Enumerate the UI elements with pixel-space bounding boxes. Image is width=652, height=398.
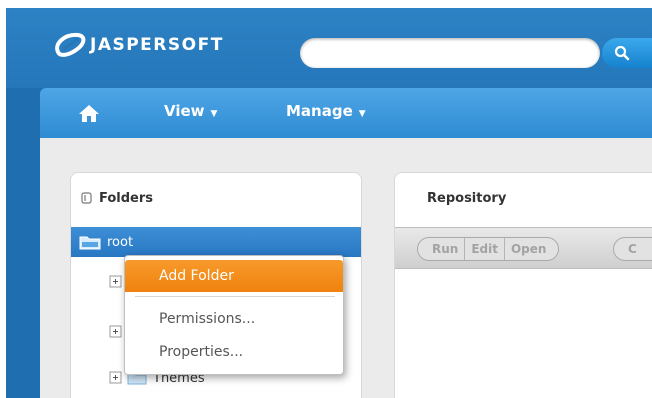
tree-item[interactable] (109, 323, 123, 341)
expand-icon[interactable] (109, 325, 123, 339)
repository-title: Repository (427, 190, 507, 206)
secondary-button[interactable]: C (613, 237, 652, 261)
jaspersoft-logo[interactable]: JASPERSOFT (52, 30, 224, 60)
nav-view-menu[interactable]: View ▼ (164, 102, 217, 120)
search-input[interactable] (300, 38, 600, 68)
search-icon (614, 45, 630, 61)
action-button-group: Run Edit Open (417, 237, 560, 261)
home-icon[interactable] (78, 103, 100, 123)
folders-title: Folders (99, 190, 154, 206)
menu-separator (135, 296, 335, 297)
chevron-down-icon: ▼ (210, 109, 218, 119)
expand-icon[interactable] (109, 275, 123, 289)
tree-root-label: root (107, 234, 134, 250)
search-button[interactable] (602, 38, 652, 68)
folder-icon (79, 236, 101, 250)
expand-icon[interactable] (109, 371, 123, 385)
brand-name: JASPERSOFT (90, 35, 224, 55)
context-menu: Add Folder Permissions... Properties... (124, 255, 344, 375)
top-header: JASPERSOFT (6, 8, 652, 88)
open-button[interactable]: Open (505, 238, 558, 260)
menu-item-permissions[interactable]: Permissions... (125, 303, 343, 335)
folders-panel-header: Folders (71, 173, 361, 223)
main-nav: View ▼ Manage ▼ (40, 88, 652, 138)
nav-view-label: View (164, 102, 205, 120)
nav-manage-label: Manage (286, 102, 353, 120)
repository-toolbar: Run Edit Open C (395, 227, 652, 269)
chevron-down-icon: ▼ (358, 109, 366, 119)
menu-item-add-folder[interactable]: Add Folder (125, 260, 343, 292)
collapse-panel-icon[interactable] (81, 192, 93, 204)
run-button[interactable]: Run (418, 238, 466, 260)
edit-button[interactable]: Edit (465, 238, 505, 260)
tree-item-root[interactable]: root (71, 227, 361, 257)
tree-item[interactable] (109, 273, 123, 291)
repository-panel: Repository Run Edit Open C (394, 172, 652, 398)
nav-manage-menu[interactable]: Manage ▼ (286, 102, 366, 120)
menu-item-properties[interactable]: Properties... (125, 336, 343, 368)
jaspersoft-logo-icon (55, 32, 86, 57)
